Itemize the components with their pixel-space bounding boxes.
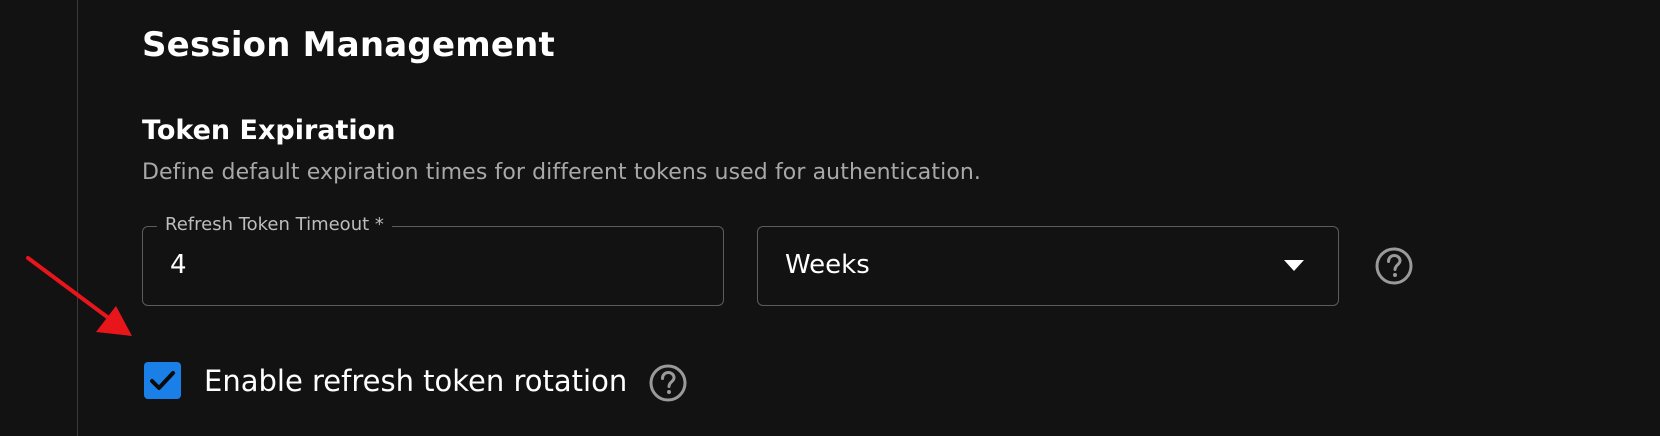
enable-rotation-checkbox[interactable] xyxy=(144,362,181,399)
timeout-unit-select[interactable]: Weeks xyxy=(757,226,1339,306)
enable-rotation-label[interactable]: Enable refresh token rotation xyxy=(204,362,627,400)
red-arrow-icon xyxy=(26,256,132,336)
left-rail-divider xyxy=(77,0,78,436)
timeout-unit-selected: Weeks xyxy=(785,250,870,280)
token-expiration-title: Token Expiration xyxy=(142,115,396,146)
section-title: Session Management xyxy=(142,25,555,65)
help-circle-icon[interactable] xyxy=(648,363,688,403)
help-circle-icon[interactable] xyxy=(1374,246,1414,286)
token-expiration-description: Define default expiration times for diff… xyxy=(142,160,982,185)
refresh-token-timeout-label: Refresh Token Timeout * xyxy=(157,212,392,238)
checkmark-icon xyxy=(150,371,175,390)
refresh-token-timeout-field[interactable]: Refresh Token Timeout * 4 xyxy=(142,212,724,306)
chevron-down-icon xyxy=(1284,260,1304,271)
refresh-token-timeout-value[interactable]: 4 xyxy=(170,247,187,283)
